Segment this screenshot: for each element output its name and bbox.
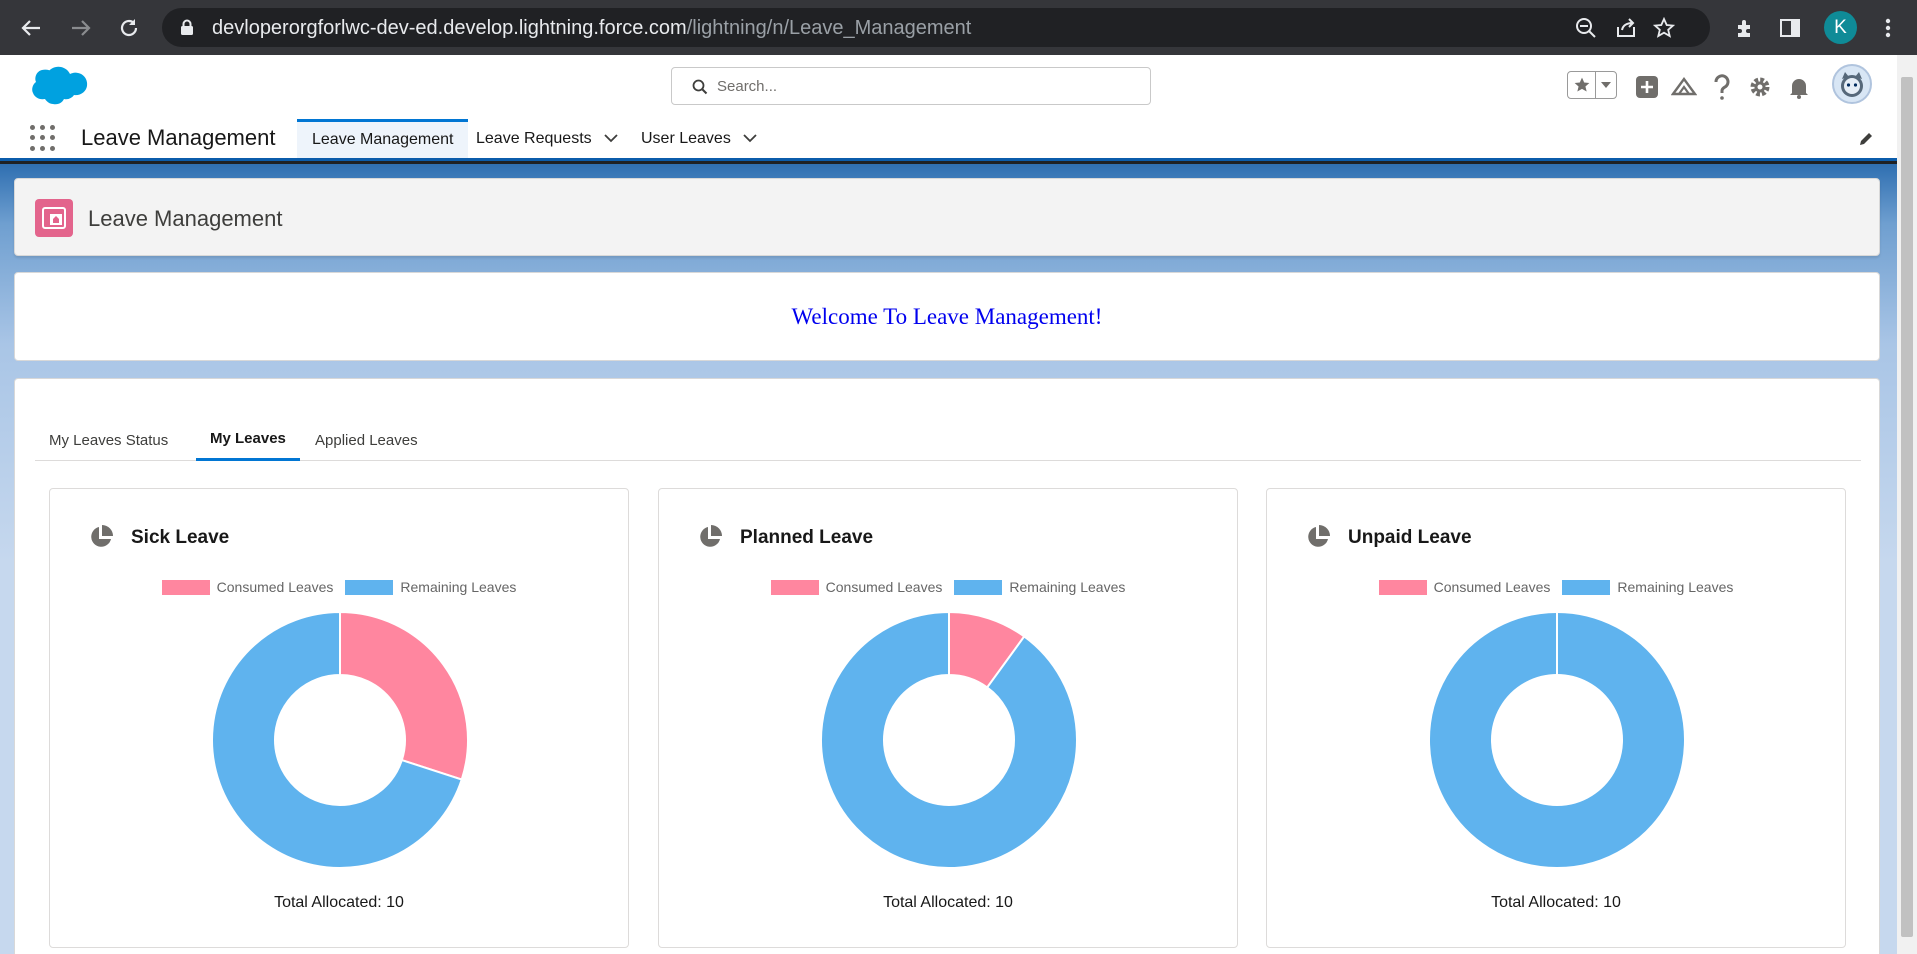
nav-item-user-leaves[interactable]: User Leaves [626, 119, 772, 158]
legend-item-consumed[interactable]: Consumed Leaves [770, 579, 943, 595]
tab-my-leaves[interactable]: My Leaves [196, 419, 300, 461]
total-allocated: Total Allocated: 10 [1491, 894, 1621, 911]
bookmark-star-icon[interactable] [1652, 16, 1676, 40]
legend-swatch-consumed [161, 579, 210, 595]
browser-toolbar: devloperorgforlwc-dev-ed.develop.lightni… [0, 0, 1917, 55]
legend-item-remaining[interactable]: Remaining Leaves [954, 579, 1125, 595]
legend-swatch-consumed [770, 579, 819, 595]
chart-legend: Consumed Leaves Remaining Leaves [50, 579, 628, 595]
notifications-bell-icon[interactable] [1784, 72, 1814, 102]
total-allocated: Total Allocated: 10 [274, 894, 404, 911]
forward-icon[interactable] [66, 13, 96, 43]
planned-leave-card: Planned Leave Consumed Leaves Remaining Le… [658, 488, 1238, 948]
chart-title: Planned Leave [740, 527, 874, 548]
donut-chart [1428, 611, 1686, 869]
favorites-star-icon[interactable] [1568, 72, 1596, 98]
back-icon[interactable] [16, 13, 46, 43]
app-nav-bar: Leave Management Leave Management Leave … [0, 119, 1897, 161]
chart-pie-icon [697, 524, 723, 555]
legend-swatch-consumed [1378, 579, 1427, 595]
app-name: Leave Management [81, 125, 276, 150]
zoom-out-icon[interactable] [1574, 16, 1598, 40]
help-icon[interactable] [1707, 72, 1737, 102]
chart-legend: Consumed Leaves Remaining Leaves [1267, 579, 1845, 595]
sick-leave-card: Sick Leave Consumed Leaves Remaining Leave… [49, 488, 629, 948]
search-placeholder: Search... [717, 78, 778, 95]
tab-label: My Leaves Status [49, 431, 169, 449]
page-title: Leave Management [88, 206, 283, 231]
tab-my-leaves-status[interactable]: My Leaves Status [35, 419, 182, 461]
profile-initial: K [1834, 16, 1847, 38]
chart-pie-icon [88, 524, 114, 555]
legend-label-consumed: Consumed Leaves [825, 579, 943, 595]
legend-label-remaining: Remaining Leaves [1617, 579, 1734, 595]
legend-label-remaining: Remaining Leaves [400, 579, 517, 595]
nav-item-label: Leave Requests [476, 129, 592, 147]
reload-icon[interactable] [114, 13, 144, 43]
browser-profile-avatar[interactable]: K [1824, 11, 1857, 44]
donut-chart [820, 610, 1078, 869]
lock-icon[interactable] [180, 19, 194, 41]
salesforce-logo[interactable] [19, 63, 89, 116]
global-search[interactable]: Search... [671, 67, 1151, 105]
chevron-down-icon[interactable] [1596, 72, 1616, 98]
page-scrollbar[interactable] [1897, 55, 1917, 954]
edit-nav-pencil-icon[interactable] [1858, 131, 1874, 152]
page-header: Leave Management [14, 178, 1880, 256]
legend-swatch-remaining [954, 579, 1003, 595]
search-icon [692, 79, 708, 100]
address-bar[interactable]: devloperorgforlwc-dev-ed.develop.lightni… [162, 8, 1710, 47]
welcome-banner: Welcome To Leave Management! [14, 272, 1880, 361]
page-header-icon [35, 199, 73, 237]
tab-label: My Leaves [210, 430, 286, 447]
donut-slice-remaining[interactable] [820, 610, 1078, 869]
global-actions-plus-icon[interactable] [1632, 72, 1662, 102]
legend-label-consumed: Consumed Leaves [1433, 579, 1551, 595]
chart-legend: Consumed Leaves Remaining Leaves [659, 579, 1237, 595]
share-icon[interactable] [1614, 16, 1638, 40]
scrollbar-thumb[interactable] [1901, 77, 1913, 937]
nav-item-leave-management[interactable]: Leave Management [297, 119, 469, 158]
tabset: My Leaves Status My Leaves Applied Leave… [35, 419, 1861, 461]
legend-item-consumed[interactable]: Consumed Leaves [1378, 579, 1551, 595]
trailhead-icon[interactable] [1669, 72, 1699, 102]
favorites-button[interactable] [1567, 71, 1617, 99]
chevron-down-icon[interactable] [743, 134, 757, 143]
chart-title: Sick Leave [131, 527, 230, 548]
total-allocated: Total Allocated: 10 [883, 894, 1013, 911]
legend-swatch-remaining [1562, 579, 1611, 595]
legend-swatch-remaining [345, 579, 394, 595]
url-text[interactable]: devloperorgforlwc-dev-ed.develop.lightni… [212, 17, 971, 40]
nav-item-label: User Leaves [641, 129, 731, 147]
donut-chart [211, 610, 469, 869]
legend-label-consumed: Consumed Leaves [216, 579, 334, 595]
nav-item-leave-requests[interactable]: Leave Requests [461, 119, 633, 158]
donut-slice-consumed[interactable] [339, 610, 469, 781]
legend-item-remaining[interactable]: Remaining Leaves [345, 579, 516, 595]
side-panel-icon[interactable] [1775, 13, 1805, 43]
legend-label-remaining: Remaining Leaves [1009, 579, 1126, 595]
chevron-down-icon[interactable] [604, 134, 618, 143]
tab-label: Applied Leaves [315, 431, 418, 449]
nav-item-label: Leave Management [312, 131, 454, 148]
unpaid-leave-card: Unpaid Leave Consumed Leaves Remaining Lea… [1266, 488, 1846, 948]
chart-pie-icon [1305, 524, 1331, 555]
menu-icon[interactable] [1873, 13, 1903, 43]
tab-applied-leaves[interactable]: Applied Leaves [301, 419, 432, 461]
welcome-text: Welcome To Leave Management! [791, 303, 1103, 329]
chart-title: Unpaid Leave [1348, 527, 1472, 548]
extensions-icon[interactable] [1730, 13, 1760, 43]
setup-gear-icon[interactable] [1745, 72, 1775, 102]
global-header: Search... [0, 55, 1897, 119]
legend-item-consumed[interactable]: Consumed Leaves [161, 579, 334, 595]
app-launcher-icon[interactable] [30, 125, 56, 151]
user-avatar[interactable] [1832, 64, 1872, 104]
legend-item-remaining[interactable]: Remaining Leaves [1562, 579, 1733, 595]
